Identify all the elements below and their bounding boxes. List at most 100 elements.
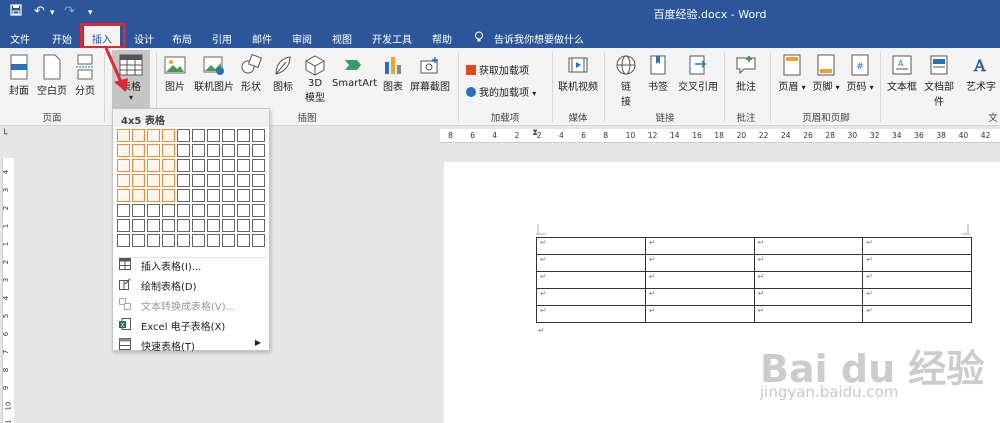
indent-marker-icon[interactable]: ⧗ <box>532 128 538 138</box>
menu-item-excel-spreadsheet[interactable]: X Excel 电子表格(X) <box>117 315 267 333</box>
grid-cell[interactable] <box>132 189 145 202</box>
grid-cell[interactable] <box>117 159 130 172</box>
grid-cell[interactable] <box>252 204 265 217</box>
grid-cell[interactable] <box>132 159 145 172</box>
tab-help[interactable]: 帮助 <box>432 31 452 46</box>
grid-cell[interactable] <box>162 219 175 232</box>
tab-developer[interactable]: 开发工具 <box>372 31 412 46</box>
blank-page-button[interactable]: 空白页 <box>36 54 68 97</box>
link-button[interactable]: 链 接 <box>612 54 640 108</box>
tab-references[interactable]: 引用 <box>212 31 232 46</box>
icons-button[interactable]: 图标 <box>270 54 296 93</box>
grid-cell[interactable] <box>222 129 235 142</box>
grid-cell[interactable] <box>147 144 160 157</box>
table-cell[interactable]: ↵ <box>536 271 646 289</box>
grid-cell[interactable] <box>117 174 130 187</box>
grid-cell[interactable] <box>132 174 145 187</box>
grid-cell[interactable] <box>207 219 220 232</box>
grid-cell[interactable] <box>192 159 205 172</box>
grid-cell[interactable] <box>252 159 265 172</box>
grid-cell[interactable] <box>252 174 265 187</box>
online-video-button[interactable]: 联机视频 <box>556 54 600 93</box>
table-cell[interactable]: ↵ <box>753 305 864 323</box>
table-cell[interactable]: ↵ <box>644 288 755 306</box>
table-cell[interactable]: ↵ <box>862 237 972 255</box>
page-break-button[interactable]: 分页 <box>72 54 98 97</box>
grid-cell[interactable] <box>237 234 250 247</box>
grid-cell[interactable] <box>237 174 250 187</box>
quick-parts-button[interactable]: 文档部件 <box>920 54 958 108</box>
smartart-button[interactable]: SmartArt <box>332 54 377 89</box>
grid-cell[interactable] <box>192 204 205 217</box>
grid-cell[interactable] <box>162 159 175 172</box>
footer-button[interactable]: 页脚 ▾ <box>812 54 840 93</box>
tab-review[interactable]: 审阅 <box>292 31 312 46</box>
grid-cell[interactable] <box>222 234 235 247</box>
tab-view[interactable]: 视图 <box>332 31 352 46</box>
grid-cell[interactable] <box>177 144 190 157</box>
grid-cell[interactable] <box>207 129 220 142</box>
table-cell[interactable]: ↵ <box>536 288 646 306</box>
grid-cell[interactable] <box>252 234 265 247</box>
grid-cell[interactable] <box>207 234 220 247</box>
grid-cell[interactable] <box>162 234 175 247</box>
grid-cell[interactable] <box>162 189 175 202</box>
cover-page-button[interactable]: 封面 <box>6 54 32 97</box>
table-cell[interactable]: ↵ <box>644 254 755 272</box>
menu-item-insert-table[interactable]: 插入表格(I)... <box>117 255 267 273</box>
get-addins-button[interactable]: 获取加载项 <box>466 62 529 77</box>
chart-button[interactable]: 图表 <box>380 54 406 93</box>
grid-cell[interactable] <box>222 189 235 202</box>
grid-cell[interactable] <box>237 129 250 142</box>
grid-cell[interactable] <box>132 144 145 157</box>
table-cell[interactable]: ↵ <box>644 237 755 255</box>
page-number-button[interactable]: # 页码 ▾ <box>846 54 874 93</box>
grid-cell[interactable] <box>117 144 130 157</box>
table-cell[interactable]: ↵ <box>536 305 646 323</box>
tab-selector-icon[interactable]: └ <box>2 130 14 142</box>
table-cell[interactable]: ↵ <box>862 254 972 272</box>
menu-item-quick-tables[interactable]: 快速表格(T) ▶ <box>117 335 267 353</box>
grid-cell[interactable] <box>252 189 265 202</box>
grid-cell[interactable] <box>192 189 205 202</box>
grid-cell[interactable] <box>117 204 130 217</box>
grid-cell[interactable] <box>207 159 220 172</box>
grid-cell[interactable] <box>252 219 265 232</box>
wordart-button[interactable]: A 艺术字 <box>962 54 1000 93</box>
table-cell[interactable]: ↵ <box>862 271 972 289</box>
grid-cell[interactable] <box>237 204 250 217</box>
grid-cell[interactable] <box>237 144 250 157</box>
grid-cell[interactable] <box>177 234 190 247</box>
grid-cell[interactable] <box>192 219 205 232</box>
grid-cell[interactable] <box>162 204 175 217</box>
grid-cell[interactable] <box>132 219 145 232</box>
grid-cell[interactable] <box>177 159 190 172</box>
grid-cell[interactable] <box>222 204 235 217</box>
grid-cell[interactable] <box>147 234 160 247</box>
table-cell[interactable]: ↵ <box>536 254 646 272</box>
table-cell[interactable]: ↵ <box>536 237 646 255</box>
grid-cell[interactable] <box>192 129 205 142</box>
grid-cell[interactable] <box>207 174 220 187</box>
tab-home[interactable]: 开始 <box>52 31 72 46</box>
table-cell[interactable]: ↵ <box>753 288 864 306</box>
grid-cell[interactable] <box>147 204 160 217</box>
grid-cell[interactable] <box>132 234 145 247</box>
document-table[interactable]: ↵ ↵ ↵ ↵ ↵ ↵ ↵ ↵ ↵ ↵ ↵ ↵ ↵ ↵ ↵ ↵ ↵ ↵ ↵ ↵ <box>536 237 972 323</box>
grid-cell[interactable] <box>147 174 160 187</box>
grid-cell[interactable] <box>162 129 175 142</box>
grid-cell[interactable] <box>177 174 190 187</box>
new-comment-button[interactable]: 批注 <box>730 54 762 93</box>
menu-item-draw-table[interactable]: 绘制表格(D) <box>117 275 267 293</box>
grid-cell[interactable] <box>177 204 190 217</box>
grid-cell[interactable] <box>177 189 190 202</box>
picture-button[interactable]: 图片 <box>162 54 188 93</box>
screenshot-button[interactable]: 屏幕截图 <box>408 54 452 93</box>
3d-models-button[interactable]: 3D 模型 <box>302 54 328 104</box>
grid-cell[interactable] <box>192 144 205 157</box>
tell-me-search[interactable]: 告诉我你想要做什么 <box>494 31 584 46</box>
grid-cell[interactable] <box>252 129 265 142</box>
grid-cell[interactable] <box>132 204 145 217</box>
table-cell[interactable]: ↵ <box>862 305 972 323</box>
table-cell[interactable]: ↵ <box>753 271 864 289</box>
